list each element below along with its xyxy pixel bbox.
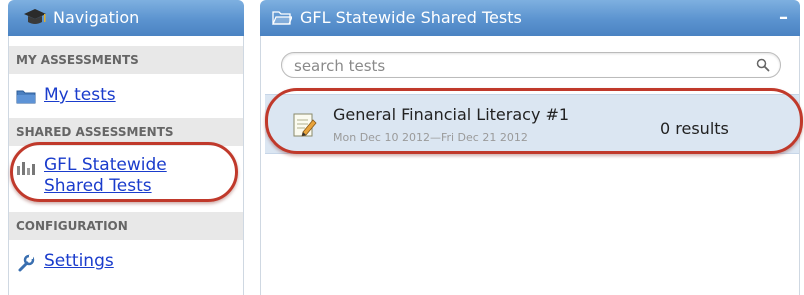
- folder-icon: [16, 90, 36, 104]
- folder-open-icon: [272, 11, 292, 25]
- wrench-icon: [18, 254, 35, 272]
- search-box[interactable]: [281, 52, 781, 78]
- nav-title: Navigation: [53, 8, 140, 27]
- nav-item-settings[interactable]: Settings: [16, 251, 216, 275]
- section-header-shared-assessments: SHARED ASSESSMENTS: [9, 118, 243, 146]
- chart-icon: [17, 162, 35, 175]
- nav-panel: MY ASSESSMENTS My tests SHARED ASSESSMEN…: [8, 36, 244, 295]
- main-panel-header: GFL Statewide Shared Tests –: [260, 0, 800, 36]
- nav-item-my-tests[interactable]: My tests: [16, 85, 216, 110]
- search-input[interactable]: [292, 55, 736, 77]
- gfl-statewide-link-line2[interactable]: Shared Tests: [44, 176, 152, 196]
- test-edit-icon: [293, 113, 317, 137]
- section-header-my-assessments: MY ASSESSMENTS: [9, 46, 243, 74]
- settings-link[interactable]: Settings: [44, 251, 114, 271]
- my-tests-link[interactable]: My tests: [44, 85, 116, 105]
- search-icon[interactable]: [756, 58, 770, 72]
- test-name[interactable]: General Financial Literacy #1: [333, 105, 569, 124]
- collapse-button[interactable]: –: [779, 0, 788, 36]
- nav-panel-header: Navigation: [8, 0, 244, 36]
- test-row[interactable]: General Financial Literacy #1 Mon Dec 10…: [265, 94, 799, 154]
- test-dates: Mon Dec 10 2012—Fri Dec 21 2012: [333, 131, 528, 144]
- test-results: 0 results: [660, 119, 729, 138]
- main-panel: General Financial Literacy #1 Mon Dec 10…: [260, 36, 800, 295]
- gfl-statewide-link-line1[interactable]: GFL Statewide: [44, 155, 167, 175]
- graduation-cap-icon: [24, 9, 46, 24]
- nav-item-gfl-statewide[interactable]: GFL Statewide Shared Tests: [16, 154, 236, 206]
- main-title: GFL Statewide Shared Tests: [300, 8, 522, 27]
- section-header-configuration: CONFIGURATION: [9, 212, 243, 240]
